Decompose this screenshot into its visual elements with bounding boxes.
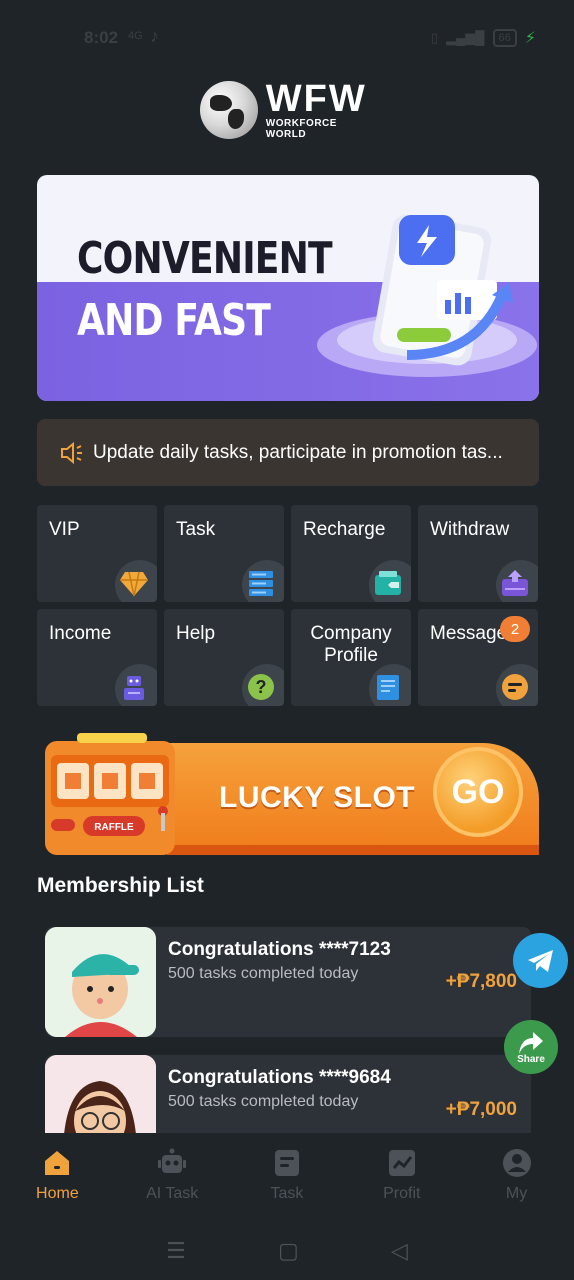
share-icon (519, 1031, 543, 1054)
tile-vip[interactable]: VIP (37, 505, 157, 602)
bottom-tab-bar: Home AI Task Task Profit My (0, 1133, 574, 1221)
membership-list-title: Membership List (37, 874, 204, 897)
tile-label: Recharge (303, 519, 386, 540)
tiktok-icon: ♪ (150, 26, 159, 46)
feature-grid: VIP Task Recharge Withdraw Income Help ?… (37, 505, 539, 706)
member-title: Congratulations ****7123 (168, 939, 391, 960)
share-label: Share (517, 1053, 545, 1065)
tile-label: Income (49, 623, 112, 644)
question-icon: ? (248, 674, 274, 700)
robot-icon (124, 676, 144, 700)
go-button[interactable]: GO (433, 747, 523, 837)
member-amount: +₱7,000 (445, 1099, 517, 1120)
phone-illustration (317, 214, 537, 377)
tab-task[interactable]: Task (230, 1133, 345, 1221)
slot-machine-illustration: RAFFLE (45, 733, 175, 855)
status-icons: ▯ ▂▄▆█ 66 ⚡ (431, 28, 536, 48)
member-subtitle: 500 tasks completed today (168, 1093, 359, 1110)
vibrate-icon: ▯ (430, 30, 439, 45)
tab-label: AI Task (146, 1185, 199, 1202)
raffle-label: RAFFLE (94, 822, 134, 833)
charging-icon: ⚡ (524, 30, 536, 47)
robot-icon (158, 1148, 187, 1173)
tile-label: VIP (49, 519, 80, 540)
tile-task[interactable]: Task (164, 505, 284, 602)
lucky-slot-banner[interactable]: RAFFLE LUCKY SLOT GO (37, 733, 539, 855)
tab-label: Home (36, 1185, 79, 1202)
telegram-icon (527, 949, 553, 972)
tile-label: Company Profile (310, 623, 392, 666)
menu-icon[interactable]: ☰ (166, 1238, 186, 1264)
document-icon (377, 675, 399, 700)
battery-icon: 66 (492, 29, 517, 47)
globe-icon (200, 81, 258, 139)
back-icon[interactable]: ◁ (391, 1238, 408, 1264)
speaker-icon (61, 441, 82, 464)
task-icon (274, 1150, 299, 1176)
notice-text: Update daily tasks, participate in promo… (93, 441, 503, 463)
status-time: 8:02 (84, 28, 119, 47)
withdraw-icon (502, 570, 528, 596)
member-subtitle: 500 tasks completed today (168, 965, 359, 982)
member-amount: +₱7,800 (445, 971, 517, 992)
avatar (45, 927, 156, 1037)
logo-subtitle: WORKFORCE WORLD (265, 118, 337, 140)
tab-label: Task (270, 1185, 304, 1202)
status-bar: 8:02 4G ♪ ▯ ▂▄▆█ 66 ⚡ (0, 0, 574, 72)
chat-icon (502, 674, 528, 700)
app-logo: WFW WORKFORCE WORLD (200, 80, 380, 140)
user-icon (502, 1149, 531, 1177)
list-item[interactable]: Congratulations ****7123 500 tasks compl… (45, 927, 531, 1037)
status-network-label: 4G (128, 30, 143, 42)
diamond-icon (120, 571, 148, 597)
home-square-icon[interactable]: ▢ (278, 1238, 299, 1264)
go-label: GO (451, 772, 505, 811)
tile-label: Help (176, 623, 216, 644)
tab-ai-task[interactable]: AI Task (115, 1133, 230, 1221)
home-icon (45, 1151, 70, 1175)
tile-withdraw[interactable]: Withdraw (418, 505, 538, 602)
tab-my[interactable]: My (459, 1133, 574, 1221)
tile-help[interactable]: Help ? (164, 609, 284, 706)
list-item[interactable]: Congratulations ****9684 500 tasks compl… (45, 1055, 531, 1133)
tile-label: Withdraw (430, 519, 510, 540)
avatar (45, 1055, 156, 1133)
notice-bar[interactable]: Update daily tasks, participate in promo… (37, 419, 539, 486)
tile-recharge[interactable]: Recharge (291, 505, 411, 602)
tab-label: My (505, 1185, 528, 1202)
signal-icon: ▂▄▆█ (446, 30, 485, 45)
wallet-icon (375, 571, 401, 595)
tile-company-profile[interactable]: Company Profile (291, 609, 411, 706)
promo-banner[interactable]: CONVENIENT AND FAST (37, 175, 539, 401)
tile-message[interactable]: Message 2 (418, 609, 538, 706)
svg-text:?: ? (256, 677, 267, 697)
tab-profit[interactable]: Profit (344, 1133, 459, 1221)
message-count-badge: 2 (500, 616, 530, 642)
system-nav-bar: ☰ ▢ ◁ (0, 1221, 574, 1280)
logo-title: WFW (265, 78, 367, 120)
lucky-slot-title: LUCKY SLOT (219, 781, 416, 814)
tile-label: Message (430, 623, 508, 644)
tile-label: Task (176, 519, 216, 540)
share-button[interactable]: Share (504, 1020, 558, 1074)
tile-income[interactable]: Income (37, 609, 157, 706)
telegram-button[interactable] (513, 933, 568, 988)
list-icon (249, 571, 273, 596)
tab-label: Profit (383, 1185, 421, 1202)
member-title: Congratulations ****9684 (168, 1067, 391, 1088)
chart-icon (388, 1150, 415, 1176)
tab-home[interactable]: Home (0, 1133, 115, 1221)
banner-line2: AND FAST (77, 295, 271, 346)
